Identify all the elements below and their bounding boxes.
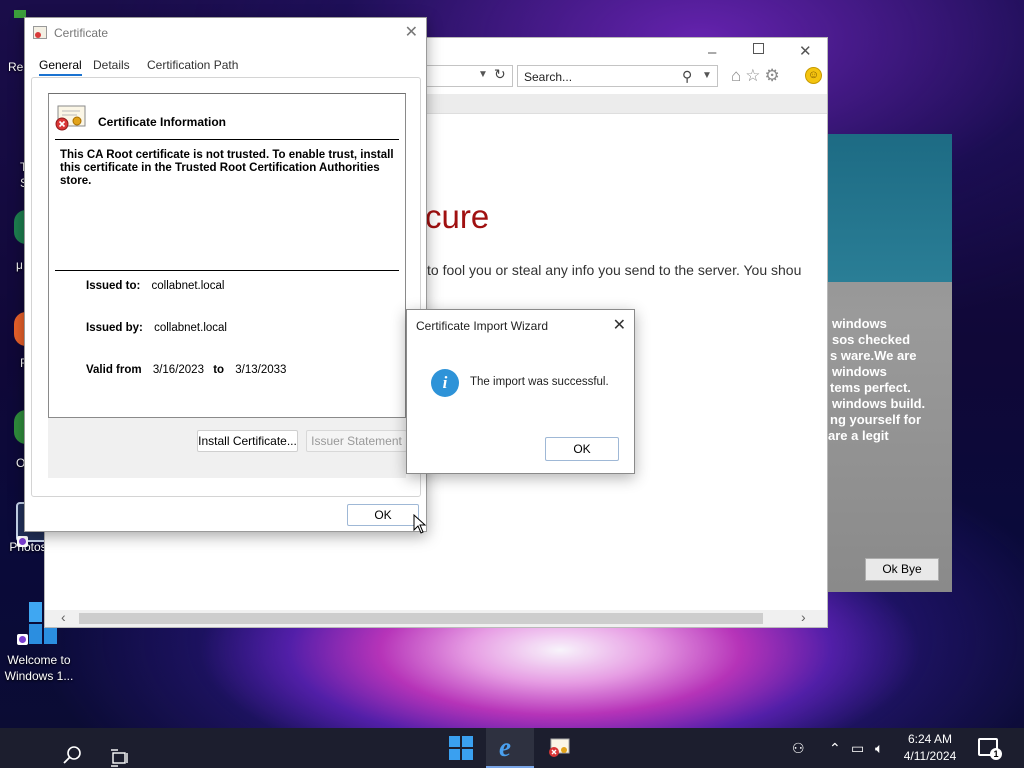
horizontal-scrollbar[interactable]: ‹ › <box>45 609 827 627</box>
ok-button[interactable]: OK <box>347 504 419 526</box>
certificate-icon <box>33 26 47 39</box>
internet-explorer-icon: e <box>499 732 511 762</box>
import-success-message: The import was successful. <box>470 376 609 388</box>
panel-button-strip: Install Certificate... Issuer Statement <box>48 418 407 478</box>
gear-icon[interactable]: ⚙ <box>765 66 784 85</box>
feedback-smiley-icon[interactable]: ☺ <box>805 67 822 84</box>
page-body-text: to fool you or steal any info you send t… <box>427 262 802 278</box>
notification-center-icon[interactable]: 1 <box>978 738 1002 760</box>
scroll-left-icon[interactable]: ‹ <box>61 609 66 625</box>
start-button-windows-icon[interactable] <box>449 736 473 760</box>
welcome-label: Welcome to Windows 1... <box>4 653 74 683</box>
minimize-icon[interactable]: – <box>708 44 716 61</box>
clock-date: 4/11/2024 <box>903 749 957 763</box>
scam-popup-text: windows sos checked s ware.We are window… <box>828 316 952 444</box>
desktop-label-re[interactable]: Re <box>8 60 23 74</box>
chevron-up-icon[interactable]: ⌃ <box>829 740 841 757</box>
certificate-dialog[interactable]: Certificate ✕ General Details Certificat… <box>24 17 427 532</box>
tab-certification-path[interactable]: Certification Path <box>147 58 238 72</box>
mouse-cursor-icon <box>413 514 427 534</box>
trust-warning-text: This CA Root certificate is not trusted.… <box>60 149 394 187</box>
scam-line: sos checked <box>832 332 911 347</box>
taskbar: e ⚇ ⌃ ▭ 🔈︎ 6:24 AM 4/11/2024 1 <box>0 728 1024 768</box>
valid-from-label: Valid from <box>86 364 142 376</box>
shortcut-arrow-icon <box>17 634 28 645</box>
scam-popup-header-band <box>828 134 952 282</box>
close-icon[interactable]: ✕ <box>613 315 626 335</box>
scam-line: windows build. <box>832 396 926 411</box>
toolbar-icons: ⌂☆⚙ <box>731 66 784 86</box>
scam-line: s ware.We are <box>830 348 917 363</box>
home-icon[interactable]: ⌂ <box>731 66 745 85</box>
close-icon[interactable]: ✕ <box>799 42 812 60</box>
search-input[interactable]: Search... ⚲ ▼ <box>517 65 718 87</box>
import-wizard-dialog[interactable]: Certificate Import Wizard ✕ i The import… <box>406 309 635 474</box>
favorites-star-icon[interactable]: ☆ <box>745 66 764 85</box>
issued-by-label: Issued by: <box>86 322 143 334</box>
valid-from-value: 3/16/2023 <box>152 364 204 376</box>
scam-line: tems perfect. <box>830 380 911 395</box>
photos-label: Photos <box>9 540 47 554</box>
issued-to-label: Issued to: <box>86 280 141 292</box>
valid-to-value: 3/13/2033 <box>235 364 287 376</box>
valid-row: Valid from 3/16/2023 to 3/13/2033 <box>86 364 286 376</box>
scam-popup: windows sos checked s ware.We are window… <box>828 134 952 592</box>
page-heading: cure <box>425 198 490 235</box>
task-view-icon[interactable] <box>110 738 130 768</box>
issued-to-value: collabnet.local <box>151 280 225 292</box>
search-icon[interactable]: ⚲ <box>682 68 692 85</box>
people-icon[interactable]: ⚇ <box>792 740 805 757</box>
shortcut-arrow-icon <box>17 536 28 547</box>
maximize-icon[interactable] <box>753 43 764 54</box>
certificate-info-heading: Certificate Information <box>98 115 227 129</box>
clock-time: 6:24 AM <box>907 732 953 746</box>
tab-details[interactable]: Details <box>93 58 130 72</box>
system-clock[interactable]: 6:24 AM 4/11/2024 <box>900 731 960 765</box>
desktop-label-mu[interactable]: μ <box>16 258 23 272</box>
taskbar-certificate-icon[interactable] <box>548 738 570 758</box>
scam-line: windows <box>832 364 887 379</box>
network-icon[interactable]: ▭ <box>851 740 864 757</box>
scam-line: ng yourself for <box>830 412 922 427</box>
certificate-untrusted-icon <box>55 105 86 131</box>
issued-to-row: Issued to: collabnet.local <box>86 280 224 292</box>
dialog-title: Certificate Import Wizard <box>416 319 549 333</box>
divider <box>55 270 399 271</box>
search-icon[interactable] <box>60 736 84 768</box>
info-icon: i <box>431 369 459 397</box>
scroll-right-icon[interactable]: › <box>801 609 806 625</box>
scam-line: windows <box>832 316 887 331</box>
refresh-icon[interactable]: ↻ <box>494 66 506 83</box>
address-bar[interactable]: ▼ ↻ <box>421 65 513 87</box>
tab-general[interactable]: General <box>39 58 82 76</box>
certificate-info-box: Certificate Information This CA Root cer… <box>48 93 406 418</box>
issued-by-value: collabnet.local <box>154 322 227 334</box>
browser-tab-strip <box>425 94 827 114</box>
ok-button[interactable]: OK <box>545 437 619 461</box>
issued-by-row: Issued by: collabnet.local <box>86 322 227 334</box>
taskbar-internet-explorer[interactable]: e <box>486 728 534 768</box>
valid-to-label: to <box>213 364 225 376</box>
close-icon[interactable]: ✕ <box>405 22 418 42</box>
issuer-statement-button[interactable]: Issuer Statement <box>306 430 407 452</box>
scrollbar-thumb[interactable] <box>79 613 763 624</box>
ok-bye-button[interactable]: Ok Bye <box>865 558 939 581</box>
dialog-title: Certificate <box>54 26 109 40</box>
scam-line: are a legit <box>828 428 889 443</box>
divider <box>55 139 399 140</box>
search-placeholder: Search... <box>524 70 573 84</box>
install-certificate-button[interactable]: Install Certificate... <box>197 430 298 452</box>
notification-count-badge: 1 <box>990 748 1002 760</box>
chevron-down-icon[interactable]: ▼ <box>702 70 712 81</box>
volume-muted-icon[interactable]: 🔈︎ <box>875 740 883 757</box>
chevron-down-icon[interactable]: ▼ <box>478 69 488 80</box>
general-tab-panel: Certificate Information This CA Root cer… <box>31 77 421 497</box>
